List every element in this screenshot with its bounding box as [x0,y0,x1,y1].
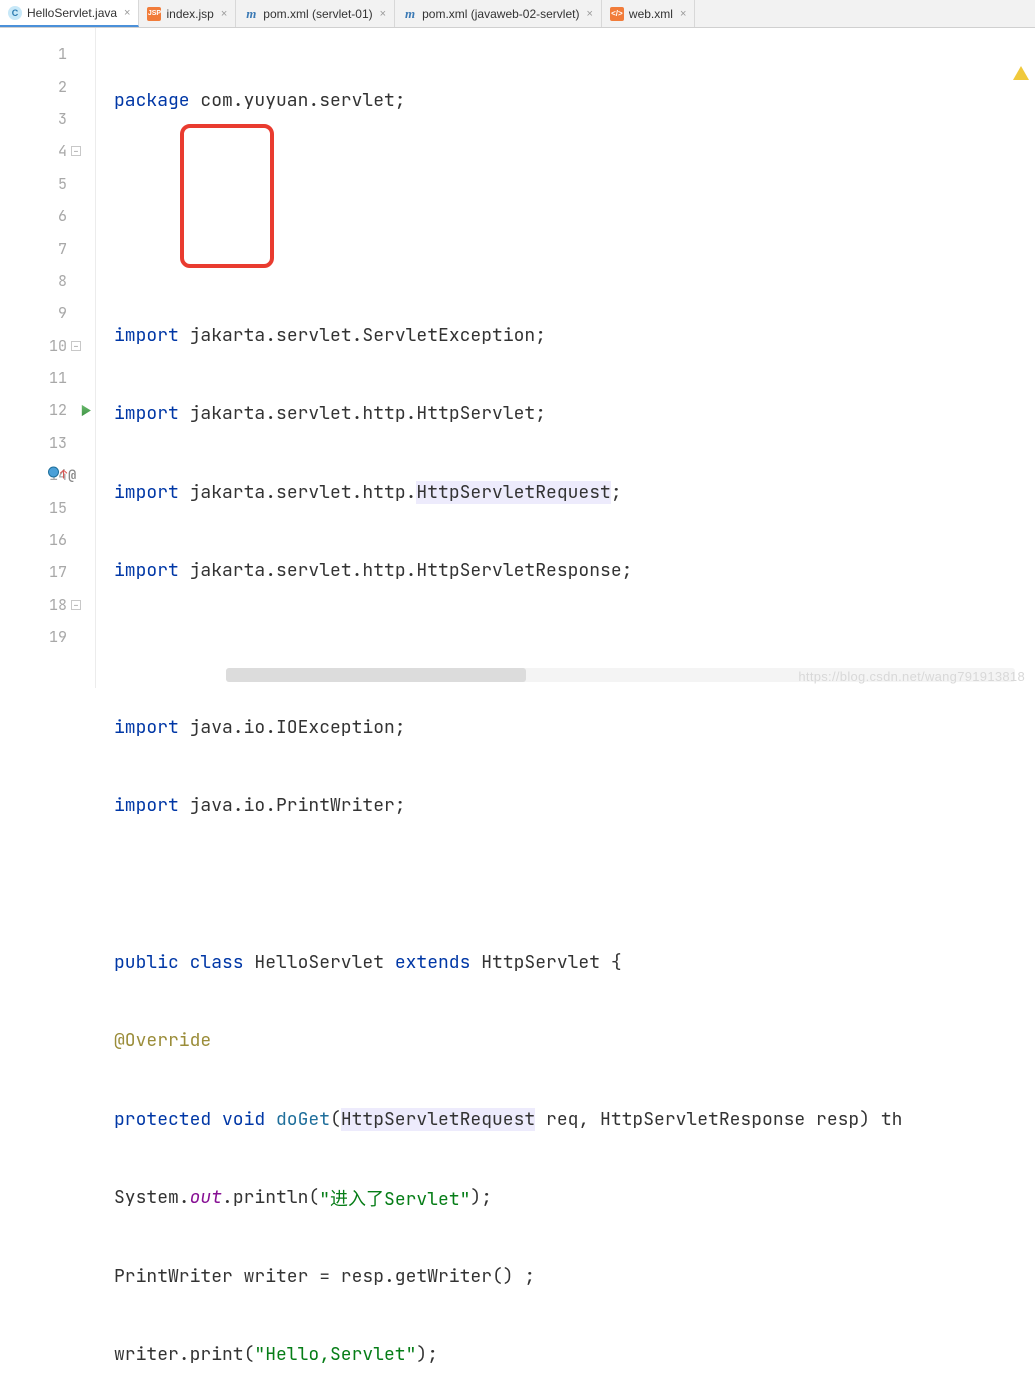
jsp-file-icon: JSP [147,7,161,21]
maven-file-icon: m [244,7,258,21]
run-gutter-icon[interactable] [79,403,93,417]
java-file-icon: C [8,6,22,20]
fold-toggle-icon[interactable]: – [71,600,81,610]
line-number: 3 [0,103,95,135]
code-editor[interactable]: package com.yuyuan.servlet; import jakar… [96,28,1035,688]
tab-label: pom.xml (servlet-01) [263,7,372,21]
override-gutter-icon[interactable] [48,467,59,478]
code-line: writer.print("Hello,Servlet"); [114,1338,1035,1370]
code-line: import java.io.PrintWriter; [114,790,1035,822]
line-number: 16 [0,524,95,556]
line-number: 19 [0,621,95,653]
code-line: PrintWriter writer = resp.getWriter() ; [114,1260,1035,1292]
code-line: import jakarta.servlet.http.HttpServletR… [114,476,1035,508]
tab-label: index.jsp [166,7,213,21]
xml-file-icon: </> [610,7,624,21]
line-number: 8 [0,265,95,297]
up-arrow-icon: ↑ [60,467,67,484]
line-number: 6 [0,200,95,232]
editor-tabs: C HelloServlet.java × JSP index.jsp × m … [0,0,1035,28]
code-line [114,241,1035,273]
close-icon[interactable]: × [586,8,592,20]
close-icon[interactable]: × [680,8,686,20]
tab-label: pom.xml (javaweb-02-servlet) [422,7,579,21]
fold-toggle-icon[interactable]: – [71,146,81,156]
tab-web-xml[interactable]: </> web.xml × [602,0,695,27]
tab-label: web.xml [629,7,673,21]
code-line: protected void doGet(HttpServletRequest … [114,1103,1035,1135]
close-icon[interactable]: × [124,7,130,19]
code-line [114,868,1035,900]
tab-pom-javaweb02[interactable]: m pom.xml (javaweb-02-servlet) × [395,0,602,27]
line-number [0,653,95,685]
code-line: import jakarta.servlet.http.HttpServlet; [114,398,1035,430]
code-line: public class HelloServlet extends HttpSe… [114,946,1035,978]
close-icon[interactable]: × [221,8,227,20]
line-number: 13 [0,427,95,459]
gutter: 1 2 3 4 – 5 6 7 8 9 10 – 11 12 13 14 ↑ @… [0,28,96,688]
line-number: 11 [0,362,95,394]
warning-icon[interactable] [1013,66,1029,80]
fold-toggle-icon[interactable]: – [71,341,81,351]
line-number: 12 [0,394,95,426]
line-number: 18 – [0,589,95,621]
code-line [114,162,1035,194]
line-number: 2 [0,70,95,102]
line-number: 10 – [0,330,95,362]
line-number: 5 [0,168,95,200]
line-number: 9 [0,297,95,329]
tab-label: HelloServlet.java [27,6,117,20]
tab-pom-servlet01[interactable]: m pom.xml (servlet-01) × [236,0,395,27]
close-icon[interactable]: × [380,8,386,20]
line-number: 14 ↑ @ [0,459,95,491]
line-number: 15 [0,491,95,523]
code-line: import jakarta.servlet.ServletException; [114,319,1035,351]
watermark-text: https://blog.csdn.net/wang791913818 [798,669,1025,684]
line-number: 17 [0,556,95,588]
line-number: 1 [0,38,95,70]
maven-file-icon: m [403,7,417,21]
code-line [114,633,1035,665]
at-icon: @ [68,467,76,484]
tab-helloservlet[interactable]: C HelloServlet.java × [0,0,139,27]
scrollbar-thumb[interactable] [226,668,526,682]
line-number: 7 [0,232,95,264]
code-line: System.out.println("进入了Servlet"); [114,1181,1035,1213]
tab-index-jsp[interactable]: JSP index.jsp × [139,0,236,27]
code-line: package com.yuyuan.servlet; [114,84,1035,116]
line-number: 4 – [0,135,95,167]
code-line: import jakarta.servlet.http.HttpServletR… [114,554,1035,586]
code-line: @Override [114,1025,1035,1057]
editor-area: 1 2 3 4 – 5 6 7 8 9 10 – 11 12 13 14 ↑ @… [0,28,1035,688]
